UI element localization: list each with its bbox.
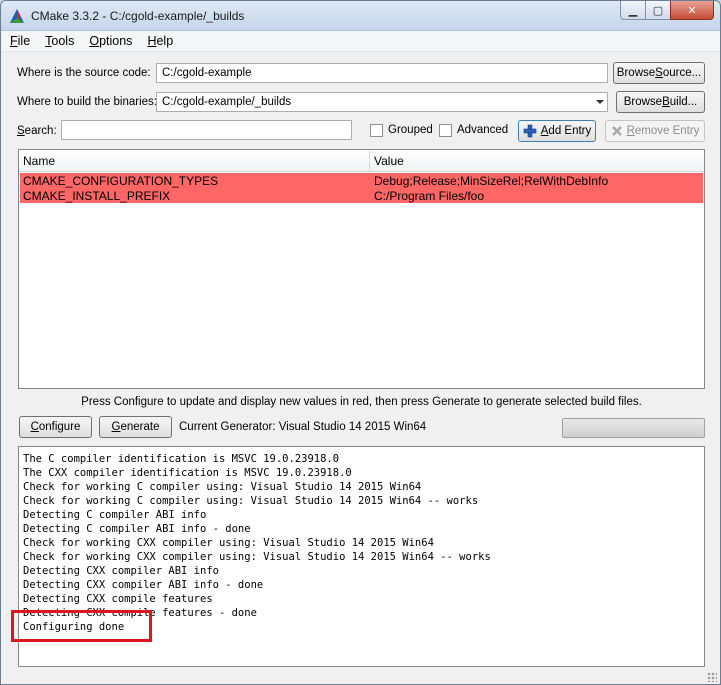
table-row[interactable]: CMAKE_CONFIGURATION_TYPES Debug;Release;… bbox=[20, 173, 703, 188]
output-line: Check for working C compiler using: Visu… bbox=[23, 481, 422, 493]
cache-table[interactable]: Name Value CMAKE_CONFIGURATION_TYPES Deb… bbox=[18, 149, 705, 389]
menu-tools[interactable]: Tools bbox=[45, 34, 74, 48]
search-label: Search: bbox=[17, 125, 57, 137]
output-line: Detecting CXX compiler ABI info bbox=[23, 565, 219, 577]
row-name: CMAKE_CONFIGURATION_TYPES bbox=[23, 174, 219, 188]
output-line: Detecting CXX compile features bbox=[23, 593, 213, 605]
cmake-logo-icon bbox=[10, 9, 24, 23]
current-generator-label: Current Generator: Visual Studio 14 2015… bbox=[179, 421, 427, 433]
dropdown-arrow-icon[interactable] bbox=[596, 100, 604, 104]
status-bar bbox=[1, 668, 720, 684]
output-line: The CXX compiler identification is MSVC … bbox=[23, 467, 352, 479]
search-input[interactable] bbox=[61, 120, 352, 140]
row-value: C:/Program Files/foo bbox=[374, 189, 485, 203]
table-row[interactable]: CMAKE_INSTALL_PREFIX C:/Program Files/fo… bbox=[20, 188, 703, 203]
remove-x-icon bbox=[611, 126, 622, 136]
generate-button[interactable]: Generate bbox=[99, 416, 172, 438]
window-controls: ▁ ▢ ✕ bbox=[620, 1, 714, 21]
output-line: Detecting C compiler ABI info bbox=[23, 509, 207, 521]
output-line: Detecting CXX compile features - done bbox=[23, 607, 257, 619]
browse-source-button[interactable]: Browse Source... bbox=[613, 62, 705, 84]
browse-build-button[interactable]: Browse Build... bbox=[616, 91, 705, 113]
minimize-icon: ▁ bbox=[628, 4, 638, 17]
close-button[interactable]: ✕ bbox=[670, 1, 714, 20]
output-line: Detecting CXX compiler ABI info - done bbox=[23, 579, 264, 591]
maximize-button[interactable]: ▢ bbox=[645, 1, 671, 20]
menu-options[interactable]: Options bbox=[89, 34, 132, 48]
build-combo[interactable]: C:/cgold-example/_builds bbox=[156, 92, 608, 112]
configure-button[interactable]: Configure bbox=[19, 416, 92, 438]
source-label: Where is the source code: bbox=[17, 67, 151, 79]
cmake-window: CMake 3.3.2 - C:/cgold-example/_builds ▁… bbox=[0, 0, 721, 685]
window-title: CMake 3.3.2 - C:/cgold-example/_builds bbox=[31, 9, 245, 23]
row-value: Debug;Release;MinSizeRel;RelWithDebInfo bbox=[374, 174, 609, 188]
close-icon: ✕ bbox=[687, 4, 697, 17]
remove-entry-button[interactable]: Remove Entry bbox=[605, 120, 705, 142]
advanced-checkbox[interactable] bbox=[439, 124, 452, 137]
output-line: Check for working CXX compiler using: Vi… bbox=[23, 551, 491, 563]
progress-fill bbox=[563, 419, 704, 437]
output-log[interactable]: The C compiler identification is MSVC 19… bbox=[18, 446, 705, 667]
grouped-checkbox[interactable] bbox=[370, 124, 383, 137]
column-header-name[interactable]: Name bbox=[23, 154, 55, 168]
menu-help[interactable]: Help bbox=[147, 34, 173, 48]
add-entry-button[interactable]: Add Entry bbox=[518, 120, 596, 142]
maximize-icon: ▢ bbox=[652, 4, 664, 17]
output-line: Configuring done bbox=[23, 621, 125, 633]
grouped-label: Grouped bbox=[388, 124, 433, 136]
column-header-value[interactable]: Value bbox=[374, 154, 404, 168]
table-header: Name Value bbox=[19, 150, 704, 172]
resize-grip-icon[interactable] bbox=[707, 672, 717, 682]
column-separator bbox=[369, 150, 370, 172]
menu-bar: File Tools Options Help bbox=[1, 31, 720, 52]
title-bar[interactable]: CMake 3.3.2 - C:/cgold-example/_builds ▁… bbox=[1, 1, 720, 31]
build-label: Where to build the binaries: bbox=[17, 96, 157, 108]
output-line: The C compiler identification is MSVC 19… bbox=[23, 453, 340, 465]
build-combo-value: C:/cgold-example/_builds bbox=[162, 96, 292, 108]
minimize-button[interactable]: ▁ bbox=[620, 1, 646, 20]
instructions-text: Press Configure to update and display ne… bbox=[81, 396, 642, 408]
menu-file[interactable]: File bbox=[10, 34, 30, 48]
plus-icon bbox=[523, 124, 537, 138]
source-input[interactable]: C:/cgold-example bbox=[156, 63, 608, 83]
progress-bar bbox=[562, 418, 705, 438]
output-line: Check for working C compiler using: Visu… bbox=[23, 495, 479, 507]
advanced-label: Advanced bbox=[457, 124, 509, 136]
output-line: Detecting C compiler ABI info - done bbox=[23, 523, 251, 535]
row-name: CMAKE_INSTALL_PREFIX bbox=[23, 189, 171, 203]
output-line: Check for working CXX compiler using: Vi… bbox=[23, 537, 434, 549]
